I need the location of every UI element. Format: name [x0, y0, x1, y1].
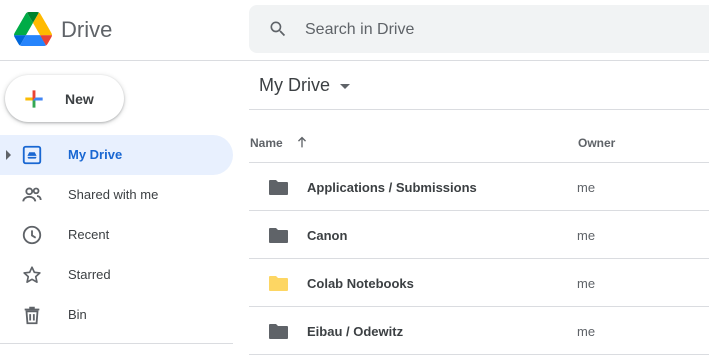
search-bar[interactable]: Search in Drive	[249, 5, 709, 53]
star-icon	[23, 266, 41, 283]
file-owner: me	[577, 276, 596, 291]
column-header-name[interactable]: Name	[250, 136, 283, 150]
my-drive-icon	[22, 145, 42, 165]
file-owner: me	[577, 180, 596, 195]
shared-icon	[22, 187, 42, 202]
search-icon[interactable]	[268, 19, 288, 39]
file-owner: me	[577, 324, 596, 339]
row-divider	[249, 354, 709, 355]
sidebar-item-recent[interactable]: Recent	[0, 215, 233, 255]
folder-icon	[269, 180, 288, 195]
sidebar-item-shared-with-me[interactable]: Shared with me	[0, 175, 233, 215]
file-name: Canon	[307, 228, 348, 243]
sidebar-item-label: Shared with me	[68, 187, 159, 202]
table-row[interactable]: Canon me	[249, 211, 709, 259]
trash-icon	[24, 306, 40, 325]
table-row[interactable]: Applications / Submissions me	[249, 163, 709, 211]
folder-icon	[269, 324, 288, 339]
drive-logo	[14, 12, 52, 46]
folder-icon	[269, 276, 288, 291]
sidebar-item-starred[interactable]: Starred	[0, 255, 233, 295]
sidebar-item-bin[interactable]: Bin	[0, 295, 233, 335]
app-name: Drive	[61, 17, 113, 42]
search-input[interactable]: Search in Drive	[305, 20, 414, 40]
file-owner: me	[577, 228, 596, 243]
sidebar-item-label: Recent	[68, 227, 110, 242]
expand-caret-icon[interactable]	[6, 150, 11, 160]
chevron-down-icon[interactable]	[340, 84, 350, 89]
clock-icon	[22, 225, 42, 245]
sort-arrow-up-icon[interactable]	[294, 134, 310, 150]
file-name: Eibau / Odewitz	[307, 324, 404, 339]
page-title[interactable]: My Drive	[259, 74, 330, 96]
table-row[interactable]: Eibau / Odewitz me	[249, 307, 709, 355]
file-name: Colab Notebooks	[307, 276, 414, 291]
sidebar-item-label: Bin	[68, 307, 87, 322]
new-button[interactable]: New	[5, 75, 124, 122]
header-divider	[0, 60, 709, 61]
plus-icon	[25, 90, 43, 108]
sidebar-item-label: My Drive	[68, 147, 123, 162]
new-button-label: New	[65, 91, 94, 107]
sidebar-divider	[0, 343, 233, 344]
sidebar-item-label: Starred	[68, 267, 111, 282]
folder-icon	[269, 228, 288, 243]
column-header-owner[interactable]: Owner	[578, 136, 615, 150]
table-row[interactable]: Colab Notebooks me	[249, 259, 709, 307]
sidebar-item-my-drive[interactable]: My Drive	[0, 135, 233, 175]
file-name: Applications / Submissions	[307, 180, 477, 195]
title-divider	[249, 109, 709, 110]
